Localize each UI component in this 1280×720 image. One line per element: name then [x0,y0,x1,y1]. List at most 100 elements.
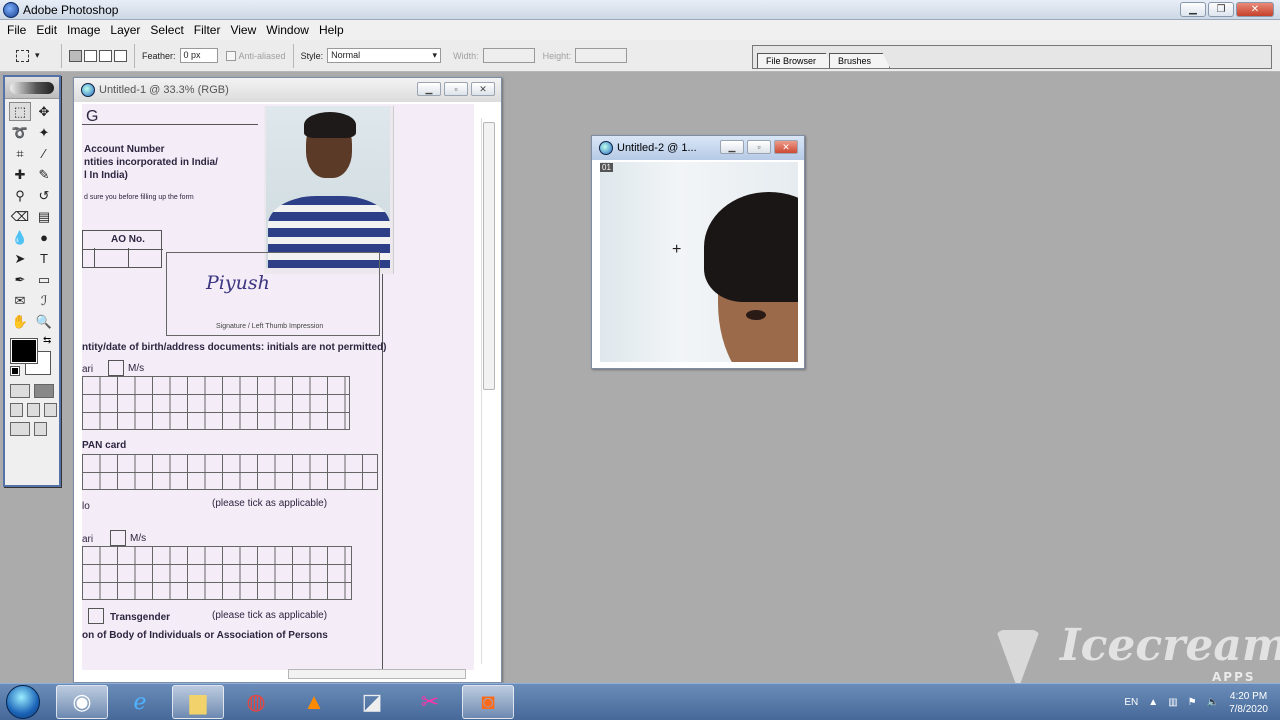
minimize-button[interactable]: ▁ [720,140,744,154]
menu-layer[interactable]: Layer [105,23,145,37]
taskbar-icecream-recorder[interactable]: ◙ [462,685,514,719]
clone-stamp-tool[interactable]: ⚲ [9,186,31,205]
document-window-untitled-1: Untitled-1 @ 33.3% (RGB) ▁ ▫ ✕ G Account… [73,77,502,683]
height-input[interactable] [575,48,628,63]
style-label: Style: [300,50,324,61]
watermark-sub: APPS [1212,670,1256,684]
add-to-selection-icon[interactable] [84,49,97,62]
foreground-color-swatch[interactable] [10,338,38,364]
brush-tool[interactable]: ✎ [33,165,55,184]
scroll-thumb[interactable] [483,122,495,390]
document-icon [81,83,95,97]
menu-edit[interactable]: Edit [31,23,62,37]
crop-tool[interactable]: ⌗ [9,144,31,163]
horizontal-scrollbar[interactable] [82,668,474,680]
standard-mode-icon[interactable] [10,384,30,398]
taskbar-snipping-tool[interactable]: ✂ [404,685,456,719]
subtract-selection-icon[interactable] [99,49,112,62]
ms-checkbox-2[interactable] [110,530,126,546]
transgender-checkbox[interactable] [88,608,104,624]
document-titlebar[interactable]: Untitled-2 @ 1... ▁ ▫ ✕ [592,136,804,160]
flag-icon[interactable]: ⚑ [1188,697,1197,708]
width-input[interactable] [482,48,535,63]
menu-file[interactable]: File [2,23,31,37]
history-brush-tool[interactable]: ↺ [33,186,55,205]
tab-brushes[interactable]: Brushes [829,53,891,68]
screen-mode-row [5,398,59,417]
clock[interactable]: 4:20 PM 7/8/2020 [1229,690,1268,716]
taskbar-file-explorer[interactable]: ▆ [172,685,224,719]
lasso-tool[interactable]: ➰ [9,123,31,142]
imageready-icon[interactable] [34,422,47,436]
pen-tool[interactable]: ✒ [9,270,31,289]
taskbar-internet-explorer[interactable]: ℯ [114,685,166,719]
close-button[interactable]: ✕ [1236,2,1274,17]
hand-tool[interactable]: ✋ [9,312,31,331]
minimize-button[interactable]: ▁ [417,82,441,96]
ms-checkbox[interactable] [108,360,124,376]
language-indicator[interactable]: EN [1124,697,1138,708]
minimize-button[interactable]: ▁ [1180,2,1206,17]
tab-file-browser[interactable]: File Browser [757,53,836,68]
move-tool[interactable]: ✥ [33,102,55,121]
menu-select[interactable]: Select [145,23,188,37]
toolbox: ⬚ ✥ ➰ ✦ ⌗ ⁄ ✚ ✎ ⚲ ↺ ⌫ ▤ 💧 ● ➤ T ✒ ▭ ✉ ℐ ✋ 🔍 ⇆ [3,75,61,487]
slice-tool[interactable]: ⁄ [33,144,55,163]
intersect-selection-icon[interactable] [114,49,127,62]
speaker-icon[interactable]: 🔈 [1207,697,1219,708]
maximize-button[interactable]: ▫ [747,140,771,154]
show-hidden-icons[interactable]: ▲ [1148,697,1158,708]
jump-to-imageready-icon[interactable] [10,422,30,436]
path-selection-tool[interactable]: ➤ [9,249,31,268]
menu-view[interactable]: View [225,23,261,37]
dodge-tool[interactable]: ● [33,228,55,247]
menu-help[interactable]: Help [314,23,349,37]
blur-tool[interactable]: 💧 [9,228,31,247]
taskbar-photoshop[interactable]: ◉ [56,685,108,719]
swap-colors-icon[interactable]: ⇆ [43,335,51,346]
standard-screen-icon[interactable] [10,403,23,417]
scroll-thumb[interactable] [288,669,466,679]
menu-window[interactable]: Window [261,23,314,37]
notes-tool[interactable]: ✉ [9,291,31,310]
color-swatches: ⇆ [5,335,59,379]
app-titlebar: Adobe Photoshop ▁ ❐ ✕ [0,0,1280,20]
healing-brush-tool[interactable]: ✚ [9,165,31,184]
full-screen-icon[interactable] [44,403,57,417]
eraser-tool[interactable]: ⌫ [9,207,31,226]
feather-input[interactable]: 0 px [179,48,218,63]
eyedropper-tool[interactable]: ℐ [33,291,55,310]
document-icon [599,141,613,155]
maximize-button[interactable]: ▫ [444,82,468,96]
toolbox-header[interactable] [5,77,59,99]
magic-wand-tool[interactable]: ✦ [33,123,55,142]
style-select[interactable]: Normal ▾ [327,48,442,63]
document-canvas[interactable]: + 01 [600,162,798,362]
document-canvas[interactable]: G Account Number ntities incorporated in… [82,104,474,670]
document-title: Untitled-2 @ 1... [617,142,697,154]
taskbar-vlc[interactable]: ▲ [288,685,340,719]
document-titlebar[interactable]: Untitled-1 @ 33.3% (RGB) ▁ ▫ ✕ [74,78,501,102]
anti-aliased-checkbox[interactable] [225,50,236,61]
taskbar-scanner[interactable]: ◪ [346,685,398,719]
tool-preset-picker[interactable]: ▾ [16,44,54,68]
marquee-tool[interactable]: ⬚ [9,102,31,121]
full-screen-menu-icon[interactable] [27,403,40,417]
quick-mask-icon[interactable] [34,384,54,398]
shape-tool[interactable]: ▭ [33,270,55,289]
type-tool[interactable]: T [33,249,55,268]
network-icon[interactable]: ▥ [1168,697,1177,708]
taskbar-chrome[interactable]: ◍ [230,685,282,719]
menu-filter[interactable]: Filter [189,23,226,37]
menu-image[interactable]: Image [62,23,105,37]
default-colors-icon[interactable] [10,366,20,376]
close-button[interactable]: ✕ [774,140,798,154]
new-selection-icon[interactable] [69,49,82,62]
close-button[interactable]: ✕ [471,82,495,96]
start-button[interactable] [6,685,40,719]
restore-button[interactable]: ❐ [1208,2,1234,17]
vertical-scrollbar[interactable] [481,118,495,664]
app-title: Adobe Photoshop [23,2,119,17]
gradient-tool[interactable]: ▤ [33,207,55,226]
zoom-tool[interactable]: 🔍 [33,312,55,331]
